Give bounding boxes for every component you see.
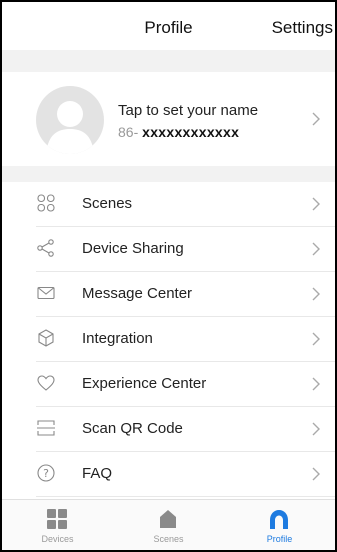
help-icon: ? [37, 464, 55, 482]
chevron-right-icon [312, 242, 320, 256]
chevron-right-icon [312, 467, 320, 481]
menu-item-label: Scenes [82, 195, 133, 212]
chevron-right-icon [312, 332, 320, 346]
chevron-right-icon [312, 422, 320, 436]
menu-item-device-sharing[interactable]: Device Sharing [36, 227, 335, 272]
menu-item-scan-qr-code[interactable]: Scan QR Code [36, 407, 335, 452]
menu-item-label: Message Center [82, 285, 193, 302]
menu-list: Scenes Device Sharing Message Center Int… [2, 182, 335, 497]
section-divider [2, 50, 335, 72]
menu-item-scenes[interactable]: Scenes [36, 182, 335, 227]
section-divider [2, 166, 335, 182]
profile-card[interactable]: Tap to set your name 86- xxxxxxxxxxxx [2, 72, 335, 166]
menu-item-message-center[interactable]: Message Center [36, 272, 335, 317]
share-icon [37, 239, 54, 257]
name-prompt: Tap to set your name [118, 102, 259, 119]
tab-scenes[interactable]: Scenes [113, 500, 224, 550]
phone-prefix: 86- [118, 124, 139, 140]
menu-item-integration[interactable]: Integration [36, 317, 335, 362]
chevron-right-icon [312, 112, 320, 126]
chevron-right-icon [312, 377, 320, 391]
menu-item-label: Device Sharing [82, 240, 184, 257]
svg-text:?: ? [43, 467, 49, 480]
chevron-right-icon [312, 197, 320, 211]
menu-item-label: Integration [82, 330, 153, 347]
tab-label: Scenes [153, 534, 184, 544]
menu-item-label: Experience Center [82, 375, 207, 392]
settings-button[interactable]: Settings [272, 18, 333, 38]
bottom-tab-bar: Devices Scenes Profile [2, 499, 335, 550]
header: Profile Settings [2, 2, 335, 50]
tab-label: Devices [41, 534, 74, 544]
scan-icon [37, 420, 55, 436]
tab-label: Profile [266, 534, 293, 544]
scenes-icon [37, 194, 55, 212]
phone-number: 86- xxxxxxxxxxxx [118, 124, 239, 140]
menu-item-label: Scan QR Code [82, 420, 183, 437]
avatar[interactable] [36, 86, 104, 154]
menu-item-label: FAQ [82, 465, 113, 482]
cube-icon [38, 329, 54, 347]
tab-profile[interactable]: Profile [224, 500, 335, 550]
menu-item-experience-center[interactable]: Experience Center [36, 362, 335, 407]
person-silhouette-icon [46, 101, 94, 154]
mail-icon [37, 286, 55, 300]
profile-icon [270, 510, 288, 529]
home-icon [160, 510, 176, 528]
app-screen: Profile Settings Tap to set your name 86… [0, 0, 337, 552]
chevron-right-icon [312, 287, 320, 301]
phone-digits: xxxxxxxxxxxx [142, 124, 240, 140]
grid-icon [47, 509, 67, 529]
heart-icon [37, 375, 55, 391]
tab-devices[interactable]: Devices [2, 500, 113, 550]
menu-item-faq[interactable]: ? FAQ [36, 452, 335, 497]
